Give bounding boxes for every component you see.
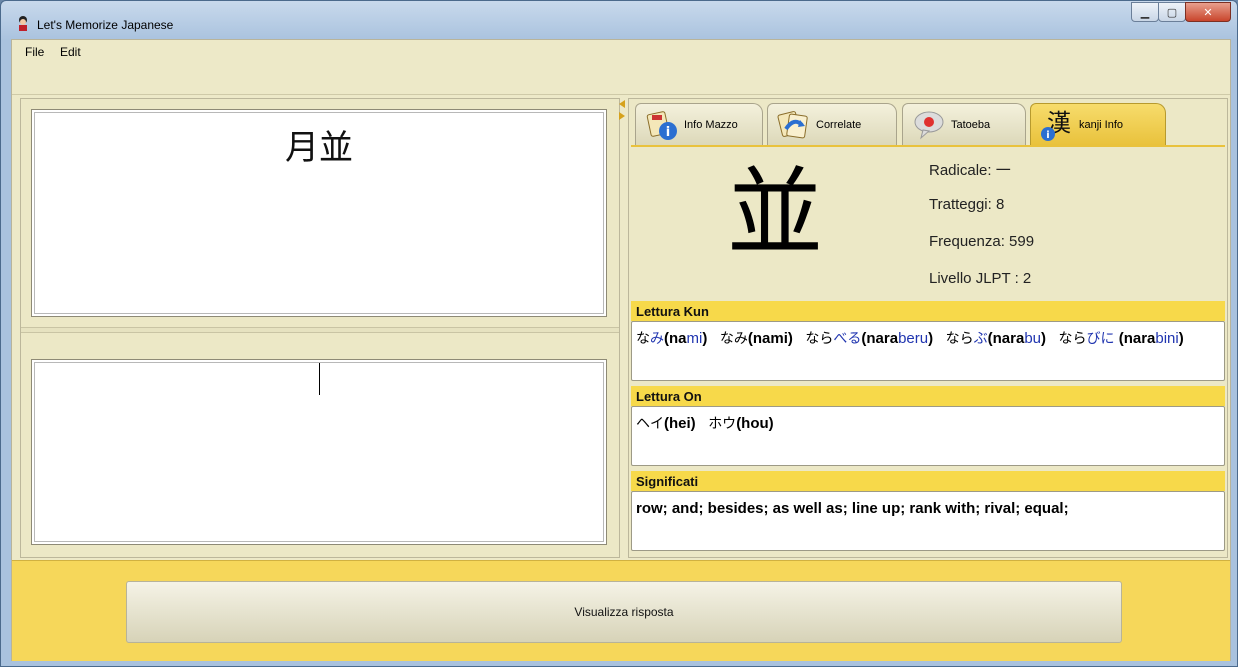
on-heading: Lettura On: [631, 386, 1225, 406]
text-caret: [319, 363, 320, 395]
tab-info-mazzo-label: Info Mazzo: [684, 118, 738, 131]
kun-readings: なみ(nami) なみ(nami) ならべる(naraberu) ならぶ(nar…: [631, 321, 1225, 381]
close-button[interactable]: ✕: [1185, 2, 1231, 22]
kun-section: Lettura Kun なみ(nami) なみ(nami) ならべる(narab…: [631, 301, 1225, 381]
kanji-radical: Radicale: 一: [929, 162, 1011, 179]
tab-correlate[interactable]: Correlate: [767, 103, 897, 145]
svg-text:i: i: [666, 125, 670, 140]
meaning-heading: Significati: [631, 471, 1225, 491]
kun-reading: なみ(nami): [719, 330, 793, 347]
close-icon: ✕: [1203, 5, 1213, 19]
collapse-left-icon[interactable]: [619, 100, 625, 108]
tatoeba-speech-icon: [914, 111, 944, 139]
show-answer-button[interactable]: Visualizza risposta: [126, 581, 1122, 643]
card-splitter[interactable]: [21, 327, 619, 333]
kun-heading: Lettura Kun: [631, 301, 1225, 321]
kun-reading: ならびに (narabini): [1058, 330, 1184, 347]
kanji-character: 並: [727, 157, 823, 269]
client-area: File Edit 月並 i Info Mazzo Correlate Tato…: [11, 39, 1231, 661]
meaning-section: Significati row; and; besides; as well a…: [631, 471, 1225, 551]
kun-reading: なみ(nami): [636, 330, 708, 347]
toolbar: [12, 64, 1230, 95]
kun-reading: ならぶ(narabu): [945, 330, 1046, 347]
menu-file[interactable]: File: [25, 45, 44, 59]
kanji-jlpt: Livello JLPT : 2: [929, 270, 1032, 287]
app-icon: [19, 16, 27, 31]
kanji-strokes: Tratteggi: 8: [929, 196, 1005, 213]
kanji-frequency: Frequenza: 599: [929, 233, 1035, 250]
kun-reading: ならべる(naraberu): [805, 330, 934, 347]
on-section: Lettura On ヘイ(hei) ホウ(hou): [631, 386, 1225, 466]
card-front: 月並: [31, 109, 607, 317]
related-cards-icon: [777, 110, 808, 138]
menu-bar: File Edit: [12, 40, 1230, 65]
svg-text:i: i: [1046, 130, 1049, 141]
card-front-text: 月並: [285, 128, 353, 168]
card-panel: 月並: [20, 98, 620, 558]
tab-underline: [631, 145, 1225, 147]
bottom-bar: Visualizza risposta: [12, 560, 1230, 661]
split-divider[interactable]: [618, 98, 628, 556]
tab-info-mazzo[interactable]: i Info Mazzo: [635, 103, 763, 145]
answer-input[interactable]: [31, 359, 607, 545]
minimize-button[interactable]: ▁: [1131, 2, 1159, 22]
maximize-button[interactable]: ▢: [1158, 2, 1186, 22]
maximize-icon: ▢: [1166, 5, 1178, 19]
meaning-text: row; and; besides; as well as; line up; …: [631, 491, 1225, 551]
app-window: Let's Memorize Japanese ▁ ▢ ✕ File Edit …: [0, 0, 1238, 667]
on-readings: ヘイ(hei) ホウ(hou): [631, 406, 1225, 466]
on-reading: ホウ(hou): [708, 415, 774, 432]
tab-kanji-info-label: kanji Info: [1079, 118, 1124, 131]
deck-info-icon: i: [646, 110, 677, 140]
tab-tatoeba[interactable]: Tatoeba: [902, 103, 1026, 145]
info-tabs: i Info Mazzo Correlate Tatoeba 漢 i kanji…: [629, 99, 1227, 149]
title-bar[interactable]: Let's Memorize Japanese ▁ ▢ ✕: [1, 1, 1237, 37]
info-panel: i Info Mazzo Correlate Tatoeba 漢 i kanji…: [628, 98, 1228, 558]
tab-kanji-info[interactable]: 漢 i kanji Info: [1030, 103, 1166, 145]
tab-tatoeba-label: Tatoeba: [951, 118, 991, 131]
tab-correlate-label: Correlate: [816, 118, 862, 131]
minimize-icon: ▁: [1140, 5, 1150, 19]
kanji-info-icon: 漢 i: [1041, 109, 1071, 141]
on-reading: ヘイ(hei): [636, 415, 696, 432]
kanji-summary: 並 Radicale: 一 Tratteggi: 8 Frequenza: 59…: [631, 151, 1225, 301]
collapse-right-icon[interactable]: [619, 112, 625, 120]
menu-edit[interactable]: Edit: [60, 45, 81, 59]
window-title: Let's Memorize Japanese: [37, 18, 174, 32]
